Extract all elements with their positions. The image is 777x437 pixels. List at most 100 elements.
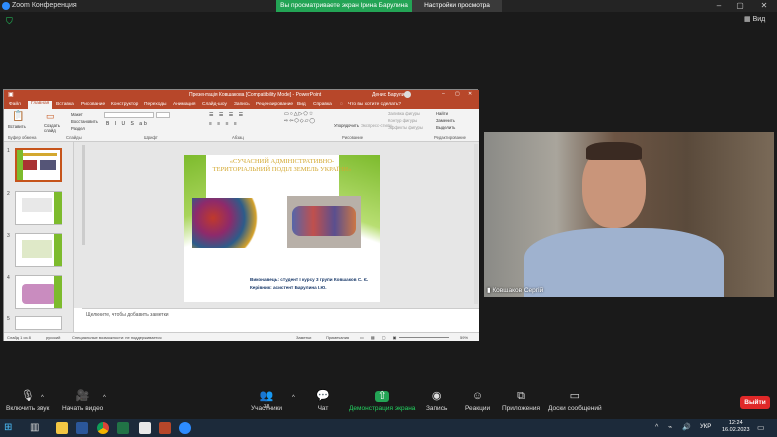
volume-icon[interactable]: 🔊 [682, 422, 694, 434]
reset-button[interactable]: Восстановить [71, 119, 98, 124]
arrange-button[interactable]: Упорядочить [334, 123, 359, 128]
share-banner: Вы просматриваете экран Ірина Барулина [276, 0, 412, 12]
layout-button[interactable]: Макет [71, 112, 83, 117]
start-video-button[interactable]: 🎥 Начать видео [62, 391, 103, 413]
powerpoint-icon[interactable] [159, 422, 171, 434]
task-view-icon[interactable]: ▥ [30, 422, 42, 434]
thumb-title-bar [21, 153, 57, 156]
status-notes-button[interactable]: Заметки [296, 335, 311, 340]
tab-design[interactable]: Конструктор [111, 102, 138, 107]
audio-options-caret[interactable]: ^ [41, 395, 44, 401]
record-button[interactable]: ◉ Запись [426, 391, 447, 413]
network-icon[interactable]: ⌁ [668, 422, 680, 434]
keyboard-language[interactable]: УКР [700, 424, 711, 430]
tab-transitions[interactable]: Переходы [144, 102, 167, 107]
tab-animations[interactable]: Анимация [173, 102, 196, 107]
windows-start-icon[interactable]: ⊞ [4, 422, 16, 434]
participants-caret[interactable]: ^ [292, 395, 295, 401]
leave-button[interactable]: Выйти [740, 396, 770, 409]
excel-icon[interactable] [117, 422, 129, 434]
video-options-caret[interactable]: ^ [103, 395, 106, 401]
file-explorer-icon[interactable] [56, 422, 68, 434]
app-icon[interactable] [139, 422, 151, 434]
tab-draw[interactable]: Рисование [81, 102, 105, 107]
slide-thumbnail-4[interactable] [15, 275, 62, 309]
slide-thumbnail-1[interactable] [15, 148, 62, 182]
tab-view[interactable]: Вид [297, 102, 306, 107]
paste-button[interactable]: Вставить [8, 124, 26, 129]
new-slide-icon[interactable]: ▭ [46, 111, 55, 122]
tab-help[interactable]: Справка [313, 102, 332, 107]
new-slide-button[interactable]: Создать слайд [44, 123, 64, 133]
chrome-icon[interactable] [97, 422, 109, 434]
close-icon[interactable]: ✕ [755, 0, 773, 12]
zoom-icon[interactable] [179, 422, 191, 434]
find-button[interactable]: Найти [436, 111, 448, 116]
tab-file[interactable]: Файл [9, 102, 21, 107]
user-avatar[interactable] [404, 91, 411, 98]
ppt-minimize-icon[interactable]: – [442, 91, 445, 97]
apps-button[interactable]: ⧉ Приложения [502, 390, 540, 413]
alignment-icons[interactable]: ≡ ≡ ≡ ≡ [209, 121, 239, 127]
participants-button[interactable]: 👥18 Участники [251, 391, 282, 413]
tab-slideshow[interactable]: Слайд-шоу [202, 102, 227, 107]
slide-thumbnail-5[interactable] [15, 316, 62, 330]
thumb-green-stripe [54, 192, 62, 224]
person-shirt [524, 228, 724, 297]
ppt-maximize-icon[interactable]: ▢ [455, 91, 460, 97]
whiteboard-icon: ▭ [569, 390, 581, 402]
shape-fill-button[interactable]: Заливка фигуры [388, 111, 420, 116]
chat-button[interactable]: 💬 Чат [316, 390, 330, 413]
vertical-scrollbar[interactable] [474, 144, 478, 304]
save-icon[interactable]: ▣ [8, 91, 14, 98]
ppt-title-bar: ▣ Презентація Ковшакова [Compatibility M… [4, 90, 479, 100]
font-name-select[interactable] [104, 112, 154, 118]
shapes-gallery-row2-icon[interactable]: ⇨⇦⬡◇▱◯ [284, 118, 316, 124]
maximize-icon[interactable]: ▢ [731, 0, 749, 12]
group-slides: Слайды [66, 135, 82, 140]
tab-record[interactable]: Запись [234, 102, 250, 107]
notifications-icon[interactable]: ▭ [757, 422, 769, 434]
share-screen-label: Демонстрация экрана [349, 405, 416, 412]
minimize-icon[interactable]: – [710, 0, 728, 12]
tell-me-search[interactable]: Что вы хотите сделать? [348, 102, 401, 107]
replace-button[interactable]: Заменить [436, 118, 455, 123]
view-button[interactable]: ▦ Вид [744, 15, 765, 23]
whiteboards-button[interactable]: ▭ Доски сообщений [548, 390, 602, 413]
tab-review[interactable]: Рецензирование [256, 102, 293, 107]
notes-pane[interactable]: Щелкните, чтобы добавить заметки [82, 308, 479, 332]
status-comments-button[interactable]: Примечания [326, 335, 349, 340]
shape-effects-button[interactable]: Эффекты фигуры [388, 125, 423, 130]
view-mode-icons[interactable]: ▭ ▦ ▢ ▣ [360, 335, 399, 340]
tray-chevron-icon[interactable]: ^ [655, 422, 667, 434]
section-button[interactable]: Раздел [71, 126, 85, 131]
ppt-close-icon[interactable]: ✕ [468, 91, 472, 97]
font-format-icons[interactable]: B I U S ab [106, 121, 149, 127]
tab-insert[interactable]: Вставка [56, 102, 74, 107]
slide-thumbnail-3[interactable] [15, 233, 62, 267]
view-settings-button[interactable]: Настройки просмотра [412, 0, 502, 12]
tab-home[interactable]: Главная [28, 101, 53, 109]
font-size-select[interactable] [156, 112, 170, 118]
current-slide[interactable]: «СУЧАСНИЙ АДМІНІСТРАТИВНО-ТЕРИТОРІАЛЬНИЙ… [184, 155, 380, 302]
zoom-slider[interactable] [399, 337, 449, 338]
share-screen-button[interactable]: ⇧ Демонстрация экрана [349, 391, 416, 413]
chat-icon: 💬 [316, 390, 330, 402]
paragraph-icons[interactable]: ☰ ☰ ☰ ☰ [209, 112, 245, 118]
ppt-window-title: Презентація Ковшакова [Compatibility Mod… [189, 92, 322, 98]
clock[interactable]: 12:24 16.02.2023 [722, 420, 750, 434]
security-shield-icon[interactable]: ⛉ [6, 17, 14, 26]
apps-icon: ⧉ [517, 390, 525, 402]
slide-thumbnail-2[interactable] [15, 191, 62, 225]
status-zoom-level[interactable]: 59% [460, 335, 468, 340]
select-button[interactable]: Выделить [436, 125, 455, 130]
clock-date: 16.02.2023 [722, 427, 750, 433]
shape-outline-button[interactable]: Контур фигуры [388, 118, 417, 123]
reactions-button[interactable]: ☺ Реакции [465, 391, 490, 413]
word-icon[interactable] [76, 422, 88, 434]
chat-label: Чат [317, 405, 329, 412]
status-accessibility[interactable]: Специальные возможности: не поддерживает… [72, 335, 162, 340]
paste-icon[interactable]: 📋 [12, 111, 24, 122]
status-language[interactable]: русский [46, 335, 60, 340]
shapes-gallery-icon[interactable]: ▭○△▷⬠☆ [284, 111, 314, 117]
